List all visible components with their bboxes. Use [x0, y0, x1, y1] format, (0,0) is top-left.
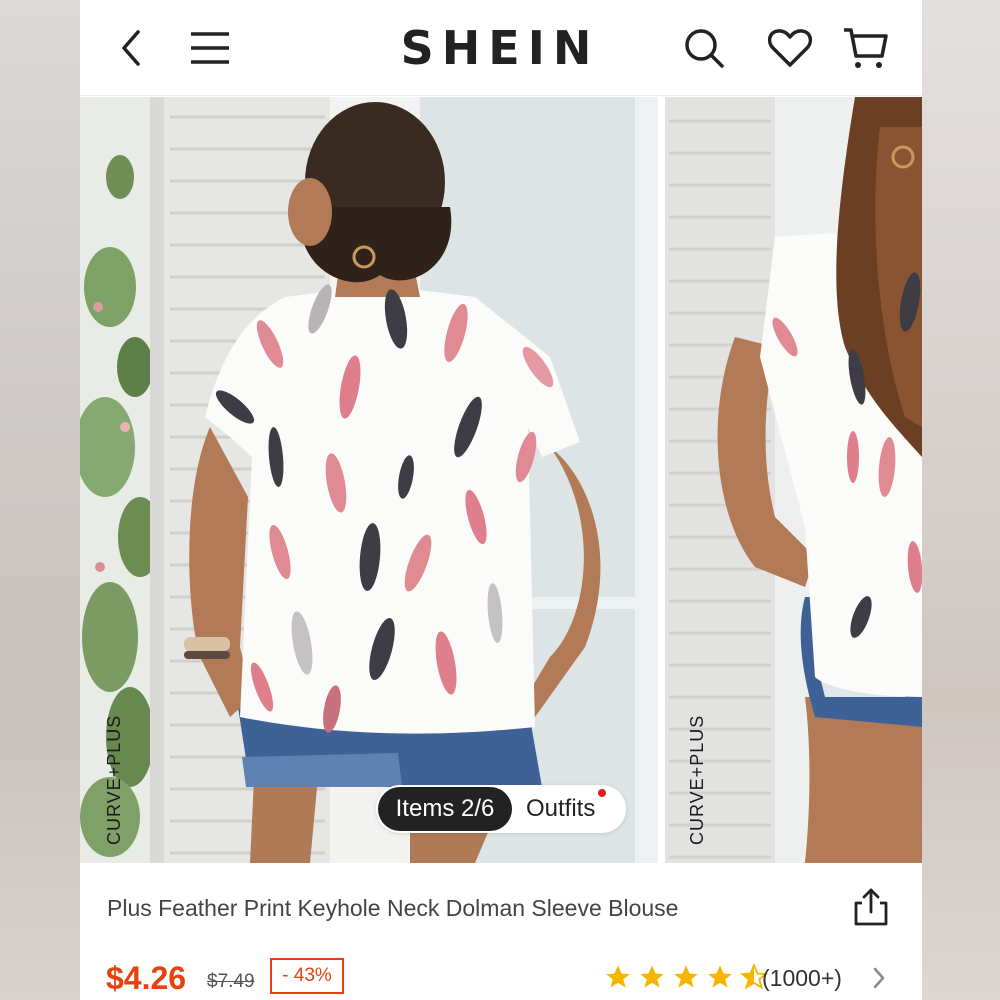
- backdrop-left: [0, 0, 80, 1000]
- search-button[interactable]: [680, 24, 728, 72]
- chevron-left-icon: [122, 30, 140, 66]
- menu-button[interactable]: [186, 24, 234, 72]
- curve-plus-tag-second: CURVE+PLUS: [687, 714, 707, 845]
- items-outfits-toggle: Items 2/6 Outfits: [376, 785, 626, 833]
- rating-stars[interactable]: [604, 963, 768, 993]
- product-photo-back[interactable]: CURVE+PLUS: [80, 97, 658, 863]
- backdrop-right: [922, 0, 1000, 1000]
- star-icon: [640, 965, 664, 988]
- star-icon: [674, 965, 698, 988]
- top-bar: SHEIN: [80, 0, 922, 96]
- share-button[interactable]: [852, 887, 890, 927]
- discount-badge: - 43%: [270, 958, 344, 994]
- star-icon: [606, 965, 630, 988]
- product-title: Plus Feather Print Keyhole Neck Dolman S…: [107, 895, 679, 921]
- sale-price: $4.26: [106, 960, 187, 996]
- review-count[interactable]: (1000+): [762, 963, 842, 993]
- reviews-chevron[interactable]: [870, 966, 888, 990]
- product-page: SHEIN CURVE+PLUS CURVE+PLUS Items 2/6 Ou…: [80, 0, 922, 1000]
- heart-icon: [767, 29, 813, 67]
- product-image-gallery[interactable]: CURVE+PLUS CURVE+PLUS Items 2/6 Outfits: [80, 97, 922, 863]
- search-icon: [685, 29, 724, 68]
- cart-button[interactable]: [842, 24, 890, 72]
- original-price: $7.49: [207, 971, 255, 992]
- wishlist-button[interactable]: [766, 24, 814, 72]
- star-icon: [708, 965, 732, 988]
- curve-plus-tag: CURVE+PLUS: [104, 714, 124, 845]
- hamburger-menu-icon: [191, 32, 229, 64]
- chevron-right-icon: [873, 967, 885, 989]
- back-button[interactable]: [108, 24, 156, 72]
- outfits-notification-dot: [598, 789, 606, 797]
- product-photo-side[interactable]: CURVE+PLUS: [665, 97, 922, 863]
- cart-icon: [844, 28, 888, 68]
- brand-logo[interactable]: SHEIN: [380, 22, 620, 74]
- product-photo-back-illustration: [80, 97, 658, 863]
- items-counter-button[interactable]: Items 2/6: [378, 787, 512, 831]
- share-icon: [854, 888, 888, 926]
